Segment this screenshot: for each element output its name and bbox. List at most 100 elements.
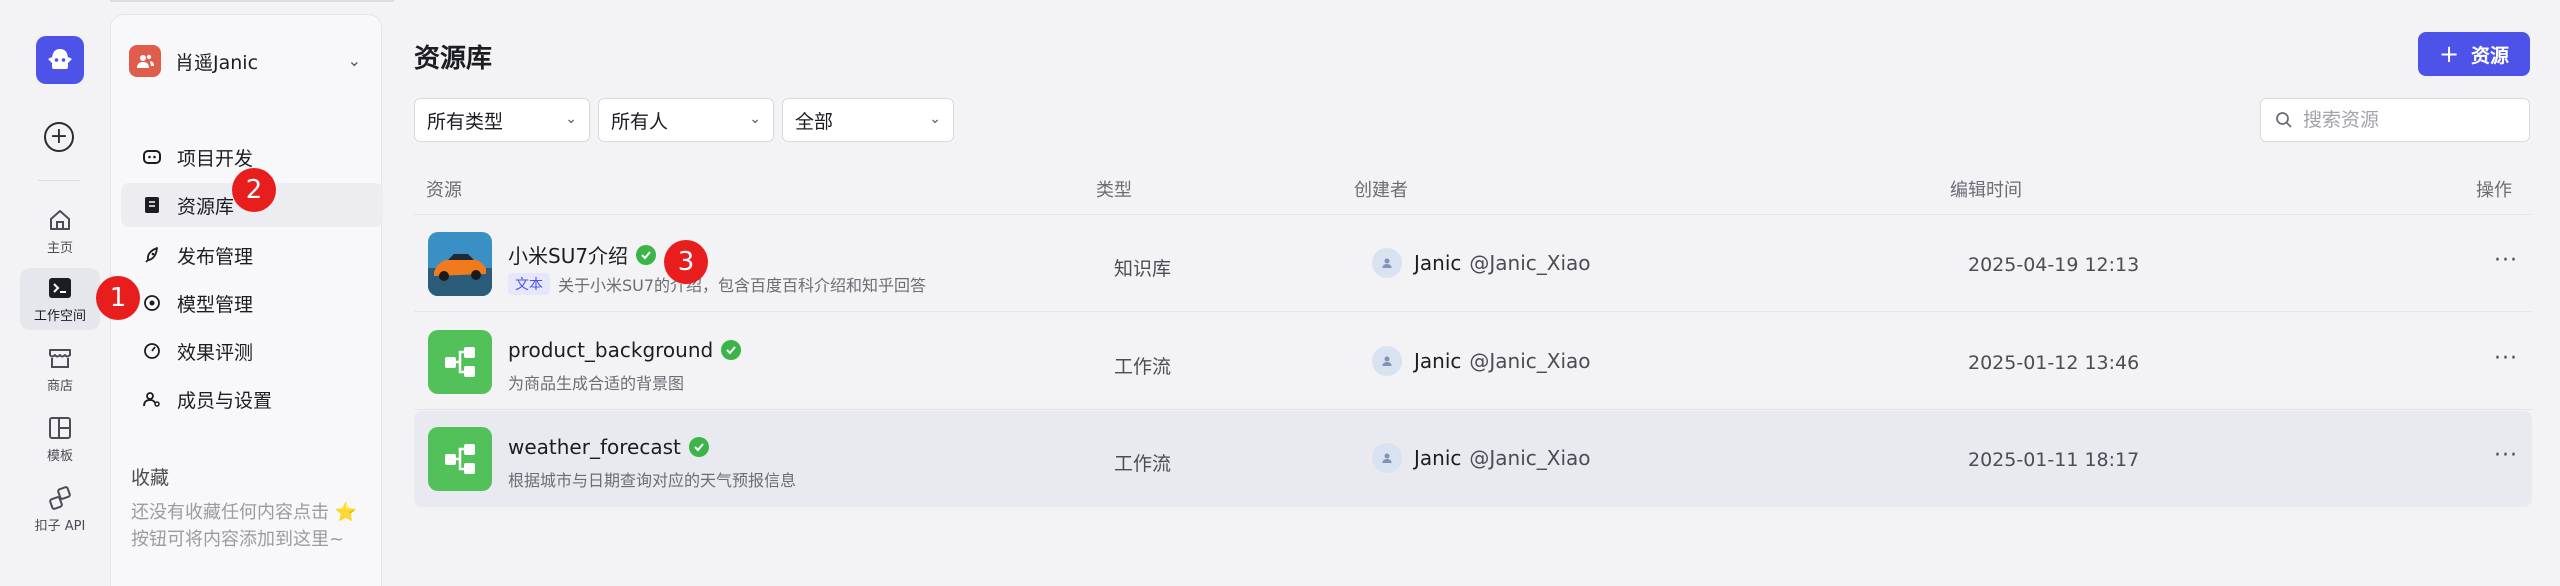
- verified-icon: [636, 244, 657, 265]
- search-icon: [2276, 112, 2292, 128]
- avatar: [1372, 443, 1402, 473]
- terminal-icon: [49, 277, 71, 298]
- annotation-badge-1: 1: [96, 276, 140, 320]
- creator-handle: @Janic_Xiao: [1469, 446, 1591, 470]
- nav-item-evaluation[interactable]: 效果评测: [121, 329, 383, 373]
- column-header-creator: 创建者: [1354, 180, 1408, 201]
- nav-item-publish[interactable]: 发布管理: [121, 233, 383, 277]
- nav-item-label: 模型管理: [177, 293, 254, 316]
- add-resource-button[interactable]: + 资源: [2418, 32, 2530, 76]
- table-row[interactable]: product_background 为商品生成合适的背景图 工作流 Janic…: [414, 314, 2532, 410]
- chevron-down-icon: ⌄: [565, 111, 577, 127]
- nav-item-members[interactable]: 成员与设置: [121, 377, 383, 421]
- resource-tag: 文本: [508, 273, 550, 295]
- creator-name: Janic: [1414, 251, 1462, 275]
- create-icon[interactable]: +: [44, 122, 74, 152]
- resource-description: 为商品生成合适的背景图: [508, 374, 685, 393]
- owner-filter-select[interactable]: 所有人 ⌄: [598, 98, 774, 142]
- rail-item-workspace[interactable]: 工作空间: [20, 268, 100, 330]
- workspace-switcher[interactable]: 肖遥Janic ⌄: [129, 43, 365, 79]
- chevron-down-icon: ⌄: [347, 51, 361, 70]
- team-icon: [129, 45, 161, 77]
- gauge-icon: [141, 340, 163, 362]
- model-icon: [141, 292, 163, 314]
- resource-creator: Janic @Janic_Xiao: [1372, 443, 1591, 473]
- verified-icon: [688, 437, 709, 457]
- table-row[interactable]: 小米SU7介绍 文本 关于小米SU7的介绍，包含百度百科介绍和知乎回答 知识库 …: [414, 216, 2532, 312]
- resource-creator: Janic @Janic_Xiao: [1372, 248, 1591, 278]
- plus-icon: +: [2438, 40, 2460, 68]
- resource-name[interactable]: 小米SU7介绍: [508, 240, 628, 269]
- workspace-name: 肖遥Janic: [175, 51, 259, 74]
- resource-description: 根据城市与日期查询对应的天气预报信息: [508, 471, 797, 490]
- nav-item-label: 发布管理: [177, 245, 254, 268]
- library-icon: [141, 194, 163, 216]
- coze-logo[interactable]: [36, 36, 84, 84]
- table-header-divider: [414, 214, 2532, 215]
- search-box[interactable]: [2260, 98, 2530, 142]
- column-header-edit-time: 编辑时间: [1950, 180, 2022, 201]
- rail-item-label: 扣子 API: [34, 518, 86, 534]
- search-input[interactable]: [2303, 109, 2523, 131]
- resource-name[interactable]: weather_forecast: [508, 435, 681, 459]
- rail-item-templates[interactable]: 模板: [20, 408, 100, 470]
- owner-filter-value: 所有人: [611, 110, 669, 133]
- favorites-empty-text: 还没有收藏任何内容点击 ⭐ 按钮可将内容添加到这里~: [131, 502, 358, 550]
- avatar: [1372, 346, 1402, 376]
- workflow-icon: [428, 330, 492, 394]
- page-title: 资源库: [414, 44, 493, 74]
- workflow-icon: [428, 427, 492, 491]
- resource-type: 工作流: [1114, 453, 1172, 475]
- avatar: [1372, 248, 1402, 278]
- creator-name: Janic: [1414, 349, 1462, 373]
- type-filter-value: 所有类型: [427, 110, 504, 133]
- status-filter-select[interactable]: 全部 ⌄: [782, 98, 954, 142]
- more-actions-icon[interactable]: ···: [2494, 248, 2518, 273]
- rail-item-api[interactable]: 扣子 API: [20, 478, 100, 540]
- rail-item-label: 商店: [46, 378, 73, 394]
- store-icon: [49, 348, 71, 368]
- favorites-title: 收藏: [131, 467, 170, 489]
- main-content: 资源库 + 资源 所有类型 ⌄ 所有人 ⌄ 全部 ⌄ 资源 类型 创建者 编辑时…: [394, 0, 2560, 586]
- more-actions-icon[interactable]: ···: [2494, 443, 2518, 468]
- nav-item-label: 效果评测: [177, 341, 254, 364]
- creator-handle: @Janic_Xiao: [1469, 349, 1591, 373]
- rail-item-label: 模板: [46, 448, 73, 464]
- workspace-sidebar: 肖遥Janic ⌄ 项目开发 资源库 发布管理 模型管理 效果评测 成员与设置 …: [110, 14, 383, 586]
- status-filter-value: 全部: [795, 110, 834, 133]
- bot-icon: [141, 146, 163, 168]
- home-icon: [50, 209, 70, 230]
- template-icon: [49, 416, 71, 439]
- type-filter-select[interactable]: 所有类型 ⌄: [414, 98, 590, 142]
- resource-creator: Janic @Janic_Xiao: [1372, 346, 1591, 376]
- chevron-down-icon: ⌄: [929, 111, 941, 127]
- rail-item-home[interactable]: 主页: [20, 200, 100, 262]
- table-row[interactable]: weather_forecast 根据城市与日期查询对应的天气预报信息 工作流 …: [414, 411, 2532, 507]
- edit-time: 2025-04-19 12:13: [1968, 254, 2140, 276]
- rocket-icon: [141, 244, 163, 266]
- column-header-type: 类型: [1096, 180, 1132, 201]
- creator-handle: @Janic_Xiao: [1469, 251, 1591, 275]
- more-actions-icon[interactable]: ···: [2494, 346, 2518, 371]
- resource-type: 知识库: [1114, 258, 1172, 280]
- resource-type: 工作流: [1114, 356, 1172, 378]
- annotation-badge-2: 2: [232, 168, 276, 212]
- car-image: [428, 232, 492, 296]
- members-icon: [141, 388, 163, 410]
- verified-icon: [721, 340, 742, 360]
- rail-item-label: 工作空间: [33, 308, 86, 324]
- resource-name[interactable]: product_background: [508, 338, 713, 362]
- add-resource-label: 资源: [2471, 44, 2510, 67]
- rail-item-label: 主页: [46, 240, 73, 256]
- column-header-actions: 操作: [2476, 180, 2512, 201]
- rail-divider: [38, 180, 80, 181]
- edit-time: 2025-01-12 13:46: [1968, 352, 2140, 374]
- nav-item-models[interactable]: 模型管理: [121, 281, 383, 325]
- edit-time: 2025-01-11 18:17: [1968, 449, 2140, 471]
- annotation-badge-3: 3: [664, 240, 708, 284]
- nav-item-label: 项目开发: [177, 147, 254, 170]
- resource-description: 关于小米SU7的介绍，包含百度百科介绍和知乎回答: [558, 276, 927, 295]
- api-icon: [49, 485, 71, 510]
- coze-logo-icon: [48, 49, 72, 69]
- rail-item-store[interactable]: 商店: [20, 338, 100, 400]
